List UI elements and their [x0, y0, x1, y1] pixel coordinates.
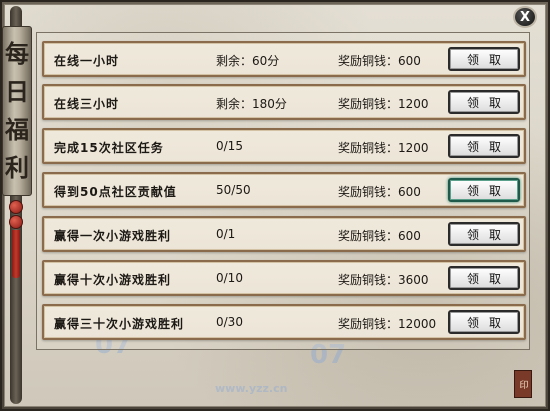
- task-progress: 0/30: [216, 315, 243, 329]
- task-reward: 奖励铜钱：1200: [338, 141, 429, 155]
- claim-button[interactable]: 领取: [448, 47, 520, 71]
- claim-button[interactable]: 领取: [448, 178, 520, 202]
- claim-button[interactable]: 领取: [448, 310, 520, 334]
- task-title: 在线三小时: [54, 97, 120, 111]
- claim-button[interactable]: 领取: [448, 266, 520, 290]
- task-row: 在线三小时 剩余：180分 奖励铜钱：1200 领取: [42, 84, 526, 120]
- task-row: 赢得三十次小游戏胜利 0/30 奖励铜钱：12000 领取: [42, 304, 526, 340]
- task-reward: 奖励铜钱：600: [338, 185, 421, 199]
- task-reward: 奖励铜钱：600: [338, 54, 421, 68]
- task-row: 得到50点社区贡献值 50/50 奖励铜钱：600 领取: [42, 172, 526, 208]
- daily-benefit-banner: 每 日 福 利: [2, 26, 32, 196]
- banner-char: 福: [5, 115, 29, 144]
- task-title: 得到50点社区贡献值: [54, 185, 177, 199]
- banner-char: 日: [5, 77, 29, 106]
- task-progress: 剩余：60分: [216, 54, 280, 68]
- close-button[interactable]: X: [513, 6, 537, 28]
- task-row: 赢得十次小游戏胜利 0/10 奖励铜钱：3600 领取: [42, 260, 526, 296]
- task-progress: 0/10: [216, 271, 243, 285]
- task-row: 在线一小时 剩余：60分 奖励铜钱：600 领取: [42, 41, 526, 77]
- bead-ornament: [9, 215, 23, 229]
- task-progress: 0/15: [216, 139, 243, 153]
- bead-ornament: [9, 200, 23, 214]
- task-progress: 0/1: [216, 227, 236, 241]
- claim-button[interactable]: 领取: [448, 134, 520, 158]
- task-title: 完成15次社区任务: [54, 141, 164, 155]
- task-title: 在线一小时: [54, 54, 120, 68]
- seal-stamp: 印: [514, 370, 532, 398]
- task-title: 赢得十次小游戏胜利: [54, 273, 172, 287]
- close-icon: X: [519, 9, 531, 25]
- task-title: 赢得三十次小游戏胜利: [54, 317, 185, 331]
- task-reward: 奖励铜钱：1200: [338, 97, 429, 111]
- task-title: 赢得一次小游戏胜利: [54, 229, 172, 243]
- task-reward: 奖励铜钱：3600: [338, 273, 429, 287]
- task-reward: 奖励铜钱：600: [338, 229, 421, 243]
- claim-button[interactable]: 领取: [448, 90, 520, 114]
- tassel-ornament: [12, 230, 20, 278]
- task-row: 赢得一次小游戏胜利 0/1 奖励铜钱：600 领取: [42, 216, 526, 252]
- task-reward: 奖励铜钱：12000: [338, 317, 437, 331]
- task-progress: 50/50: [216, 183, 251, 197]
- task-row: 完成15次社区任务 0/15 奖励铜钱：1200 领取: [42, 128, 526, 164]
- banner-char: 每: [5, 39, 29, 68]
- banner-char: 利: [5, 153, 29, 182]
- task-progress: 剩余：180分: [216, 97, 287, 111]
- claim-button[interactable]: 领取: [448, 222, 520, 246]
